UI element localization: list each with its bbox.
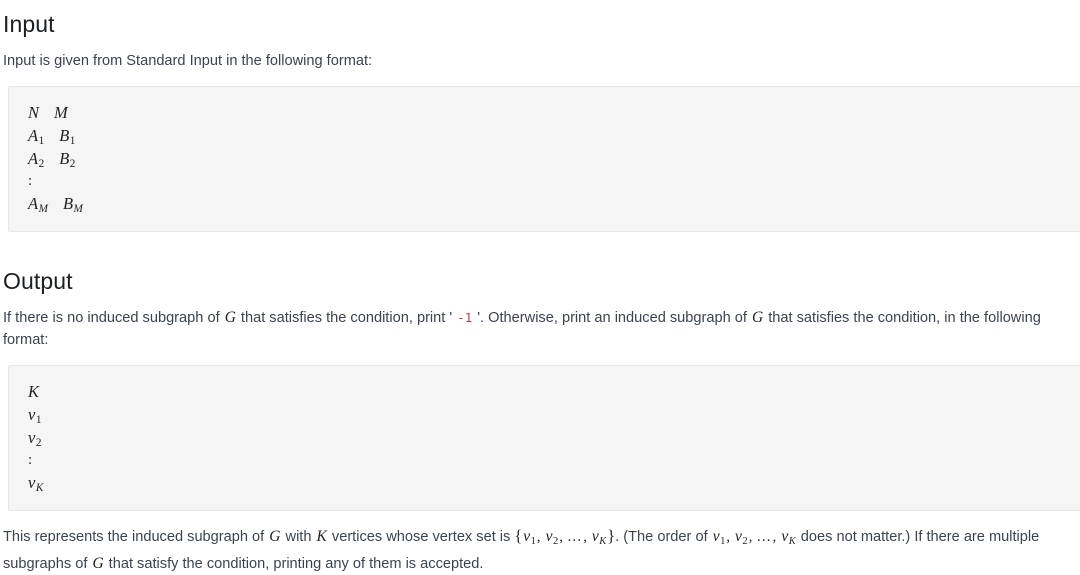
math-var-k: K [28,382,40,401]
output-format-line-vk: vK [27,471,1079,494]
set-ellipsis: … [566,529,584,545]
problem-statement-page: Input Input is given from Standard Input… [0,0,1080,575]
math-var-b1: B1 [59,126,76,148]
output-text-part-1: If there is no induced subgraph of [3,310,224,326]
order-comma-3: , [772,529,777,545]
set-comma-1: , [536,529,541,545]
output-format-line-k: K [27,380,1079,403]
math-var-vk: vK [28,473,44,495]
order-ellipsis: … [756,529,773,545]
math-var-n: N [28,103,40,122]
math-var-g-4: G [92,554,104,572]
math-var-am: AM [28,194,48,216]
input-format-vertical-dots: : [28,173,33,189]
output-format-vertical-dots: : [28,452,33,468]
math-var-g-2: G [752,309,764,326]
math-var-a2: A2 [28,149,45,171]
output-format-line-v1: v1 [27,403,1079,426]
order-comma-2: , [748,529,753,545]
math-var-a1: A1 [28,126,45,148]
math-set-v1: v1 [523,528,536,547]
quote-open: ' [449,310,453,326]
input-format-intro-text: Input is given from Standard Input in th… [3,53,373,69]
input-format-line-ambm: AM BM [27,192,1079,215]
output-text-part-3: . Otherwise, print an induced subgraph o… [480,310,752,326]
math-var-k-2: K [316,528,327,545]
set-comma-3: , [583,529,587,545]
math-set-vk: vK [591,528,607,547]
input-format-line-nm: NM [27,101,1079,124]
math-set-v2: v2 [545,528,559,547]
math-var-bm: BM [62,194,83,216]
math-order-v1: v1 [712,528,726,547]
input-format-line-a1b1: A1 B1 [27,124,1079,147]
closing-text-part-2: with [281,529,316,545]
math-var-g-3: G [269,528,281,545]
input-section-heading: Input [3,11,55,37]
output-section-heading: Output [3,268,73,294]
math-var-g-1: G [224,309,236,326]
math-var-m: M [54,103,68,122]
literal-minus-one: -1 [457,310,473,325]
set-brace-close: } [607,526,616,545]
output-format-line-v2: v2 [27,426,1079,449]
closing-text-part-4: . (The order of [615,529,712,545]
output-description-paragraph: If there is no induced subgraph of G tha… [3,307,1080,351]
math-var-v1: v1 [28,405,42,427]
closing-text-part-1: This represents the induced subgraph of [3,529,269,545]
math-var-v2: v2 [28,428,42,450]
input-format-block: NM A1 B1 A2 B2 : AM BM [8,86,1080,232]
set-comma-2: , [559,529,563,545]
output-format-block: K v1 v2 : vK [8,365,1080,511]
closing-explanation-paragraph: This represents the induced subgraph of … [3,525,1080,575]
closing-text-part-3: vertices whose vertex set is [327,529,515,545]
input-format-line-a2b2: A2 B2 [27,147,1079,170]
order-comma-1: , [726,529,730,545]
math-var-b2: B2 [59,149,76,171]
output-text-part-2: that satisfies the condition, print [236,310,450,326]
closing-text-part-6: that satisfy the condition, printing any… [104,555,484,572]
math-order-vk: vK [781,528,796,547]
math-order-v2: v2 [735,528,748,547]
